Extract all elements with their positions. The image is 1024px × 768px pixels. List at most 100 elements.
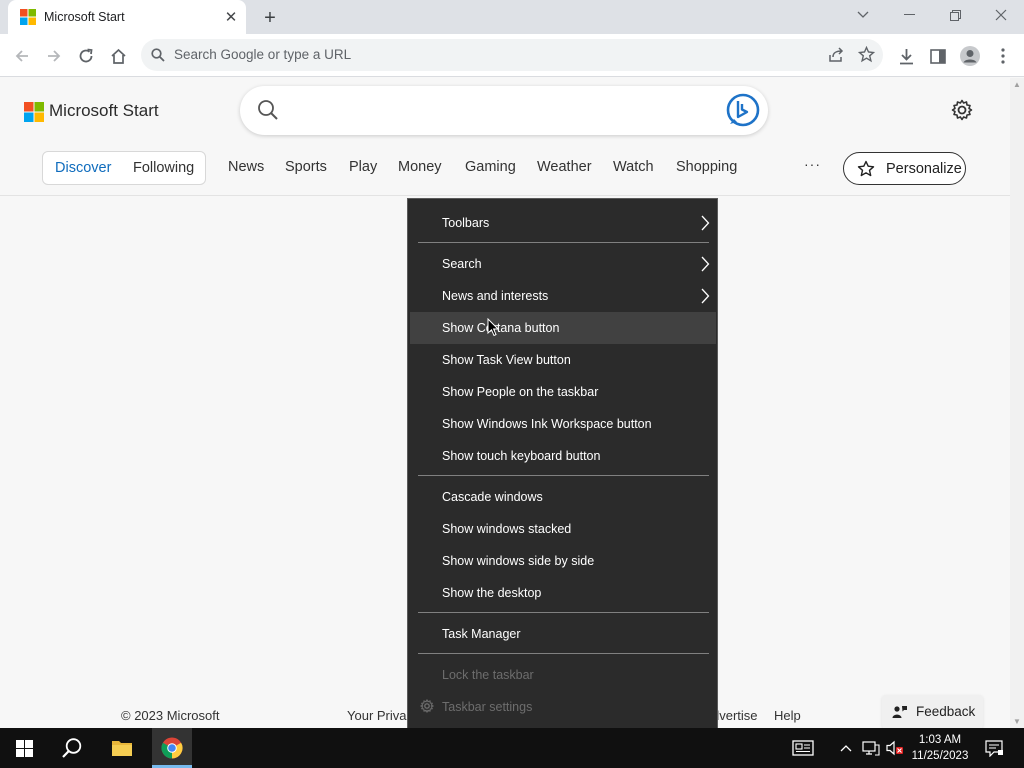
menu-item-news-and-interests[interactable]: News and interests	[410, 280, 716, 312]
chevron-right-icon	[701, 215, 710, 231]
home-icon	[110, 48, 126, 64]
menu-item-show-windows-side-by-side[interactable]: Show windows side by side	[410, 545, 716, 577]
action-center-button[interactable]	[980, 728, 1008, 768]
close-window-button[interactable]	[978, 0, 1024, 30]
menu-item-show-desktop[interactable]: Show the desktop	[410, 577, 716, 609]
page-scrollbar[interactable]: ▲ ▼	[1010, 78, 1024, 728]
feedback-label: Feedback	[916, 704, 976, 719]
menu-item-show-windows-stacked[interactable]: Show windows stacked	[410, 513, 716, 545]
restore-button[interactable]	[932, 0, 978, 30]
arrow-right-icon	[48, 50, 61, 62]
microsoft-favicon-icon	[20, 9, 36, 25]
news-icon	[792, 740, 814, 756]
footer-privacy-link[interactable]: Your Privac	[347, 708, 413, 723]
feedback-button[interactable]: Feedback	[882, 695, 983, 729]
chrome-taskbar-button[interactable]	[152, 728, 192, 768]
notification-icon	[985, 739, 1003, 757]
menu-separator	[418, 653, 709, 654]
chrome-icon	[161, 737, 183, 759]
windows-start-icon	[15, 739, 33, 757]
downloads-button[interactable]	[893, 43, 919, 69]
sparkle-star-icon	[857, 160, 875, 177]
feedback-person-icon	[892, 706, 907, 718]
more-vert-icon	[1001, 48, 1005, 64]
home-button[interactable]	[105, 43, 131, 69]
taskbar-clock[interactable]: 1:03 AM 11/25/2023	[910, 732, 970, 764]
reload-button[interactable]	[73, 43, 99, 69]
volume-button[interactable]	[884, 728, 906, 768]
start-button[interactable]	[4, 728, 44, 768]
menu-item-show-touch-keyboard[interactable]: Show touch keyboard button	[410, 440, 716, 472]
new-tab-button[interactable]: +	[259, 7, 281, 29]
bookmark-star-icon[interactable]	[858, 46, 875, 63]
network-icon	[862, 741, 880, 756]
chevron-up-icon	[840, 745, 852, 752]
header-divider	[0, 195, 1010, 196]
nav-gaming[interactable]: Gaming	[465, 159, 516, 175]
reload-icon	[79, 48, 93, 63]
minimize-button[interactable]	[886, 0, 932, 30]
nav-news[interactable]: News	[228, 159, 264, 175]
nav-watch[interactable]: Watch	[613, 159, 654, 175]
windows-taskbar: 1:03 AM 11/25/2023	[0, 728, 1024, 768]
menu-item-show-ink-workspace[interactable]: Show Windows Ink Workspace button	[410, 408, 716, 440]
tab-discover[interactable]: Discover	[55, 160, 111, 176]
chrome-menu-button[interactable]	[990, 43, 1016, 69]
profile-avatar-icon	[960, 46, 980, 66]
show-hidden-icons-button[interactable]	[836, 728, 856, 768]
brand-title[interactable]: Microsoft Start	[49, 101, 159, 121]
mouse-cursor-icon	[487, 318, 499, 337]
menu-item-show-task-view-button[interactable]: Show Task View button	[410, 344, 716, 376]
search-icon	[151, 48, 165, 62]
tab-search-icon[interactable]	[840, 0, 886, 30]
msstart-search-box[interactable]	[240, 86, 768, 135]
nav-play[interactable]: Play	[349, 159, 377, 175]
nav-sports[interactable]: Sports	[285, 159, 327, 175]
forward-button[interactable]	[41, 43, 67, 69]
file-explorer-icon	[112, 741, 132, 756]
nav-weather[interactable]: Weather	[537, 159, 592, 175]
footer-help-link[interactable]: Help	[774, 708, 801, 723]
menu-item-task-manager[interactable]: Task Manager	[410, 618, 716, 650]
menu-item-search[interactable]: Search	[410, 248, 716, 280]
back-button[interactable]	[9, 43, 35, 69]
nav-money[interactable]: Money	[398, 159, 442, 175]
share-icon[interactable]	[828, 46, 845, 63]
volume-muted-icon	[886, 740, 903, 756]
side-panel-icon	[930, 48, 946, 64]
scroll-up-icon[interactable]: ▲	[1013, 80, 1021, 89]
menu-item-taskbar-settings[interactable]: Taskbar settings	[410, 691, 716, 723]
news-widget-button[interactable]	[788, 728, 818, 768]
profile-button[interactable]	[957, 43, 983, 69]
taskbar-search-button[interactable]	[52, 728, 92, 768]
footer-advertise-link[interactable]: dvertise	[712, 708, 758, 723]
arrow-left-icon	[15, 50, 28, 62]
menu-item-show-cortana-button[interactable]: Show Cortana button	[410, 312, 716, 344]
personalize-button[interactable]: Personalize	[843, 152, 966, 185]
bing-chat-icon[interactable]	[726, 93, 760, 127]
side-panel-button[interactable]	[925, 43, 951, 69]
clock-time: 1:03 AM	[918, 734, 962, 746]
tab-microsoft-start[interactable]: Microsoft Start ✕	[8, 0, 246, 34]
omnibox[interactable]: Search Google or type a URL	[141, 39, 883, 71]
menu-separator	[418, 612, 709, 613]
menu-item-lock-taskbar[interactable]: Lock the taskbar	[410, 659, 716, 691]
scroll-down-icon[interactable]: ▼	[1013, 717, 1021, 726]
menu-item-cascade-windows[interactable]: Cascade windows	[410, 481, 716, 513]
menu-item-toolbars[interactable]: Toolbars	[410, 207, 716, 239]
menu-item-show-people[interactable]: Show People on the taskbar	[410, 376, 716, 408]
nav-shopping[interactable]: Shopping	[676, 159, 737, 175]
more-menu-button[interactable]: ···	[804, 156, 821, 172]
microsoft-logo-icon[interactable]	[24, 102, 44, 122]
tab-following[interactable]: Following	[133, 160, 194, 176]
footer-copyright: © 2023 Microsoft	[121, 708, 220, 723]
menu-separator	[418, 242, 709, 243]
feed-pivot: Discover Following	[42, 151, 206, 185]
tab-title: Microsoft Start	[44, 10, 125, 24]
network-button[interactable]	[860, 728, 882, 768]
chevron-right-icon	[701, 256, 710, 272]
file-explorer-button[interactable]	[102, 728, 142, 768]
tab-close-icon[interactable]: ✕	[222, 8, 240, 26]
search-icon	[62, 738, 82, 758]
settings-gear-icon[interactable]	[951, 99, 973, 121]
